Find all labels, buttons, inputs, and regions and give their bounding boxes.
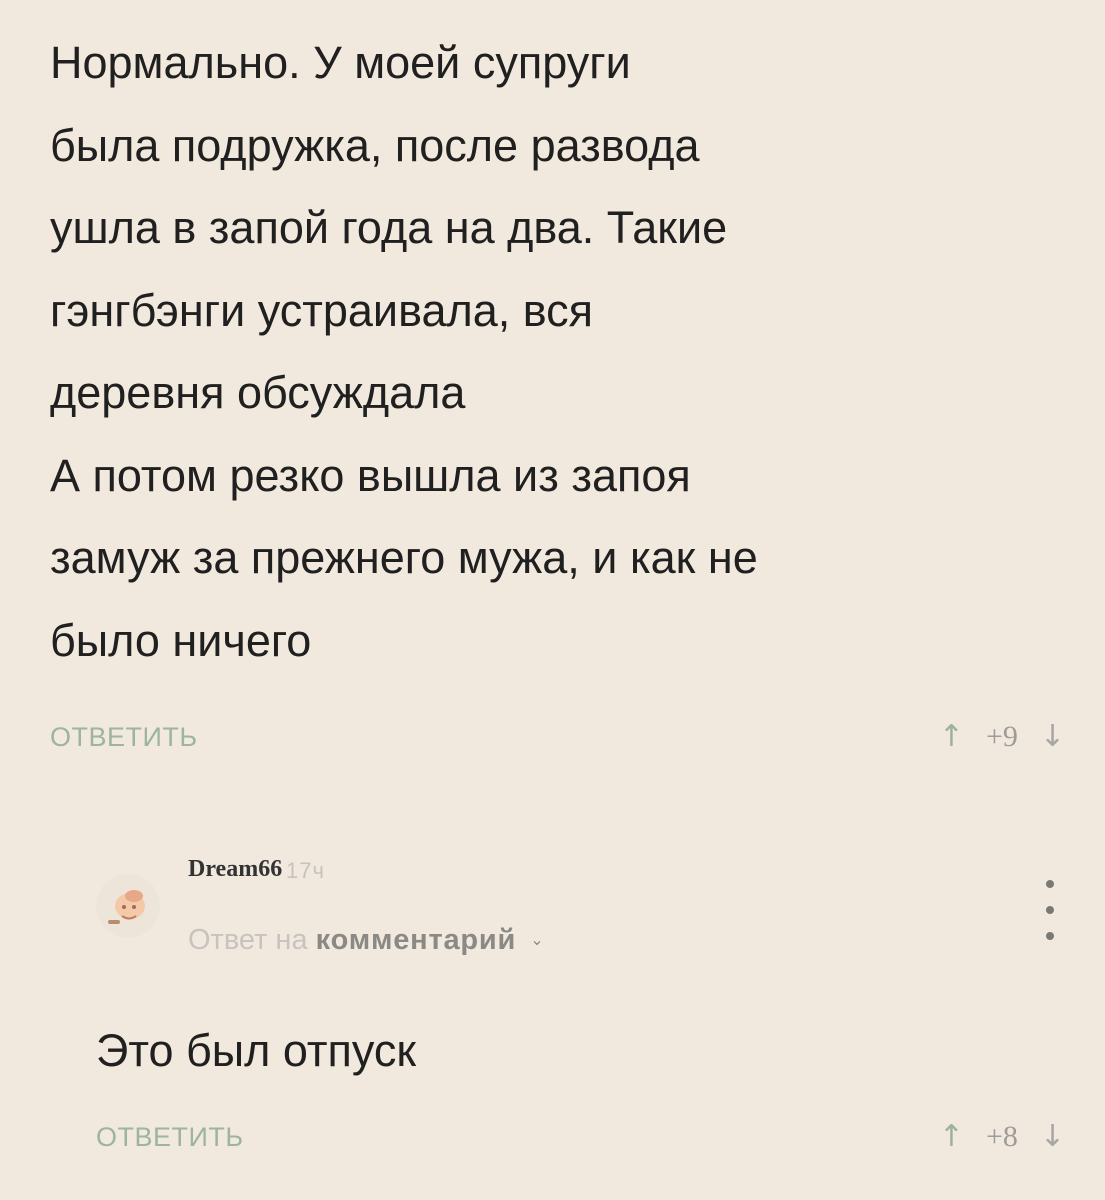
arrow-up-icon[interactable]: ↑ [939, 1122, 964, 1152]
menu-dot [1046, 932, 1054, 940]
comment-score: +9 [985, 720, 1018, 753]
reply-to-prefix: Ответ на [188, 924, 308, 956]
comment-line: была подружка, после развода [50, 119, 700, 171]
comment-line: ушла в запой года на два. Такие [50, 202, 728, 253]
reply-button[interactable]: ОТВЕТИТЬ [50, 722, 198, 753]
reply-to-link[interactable]: Ответ на комментарий ⌄ [188, 924, 544, 957]
avatar-icon[interactable] [96, 874, 160, 938]
vote-controls: ↑ +8 ↓ [939, 1120, 1065, 1154]
menu-dot [1046, 880, 1054, 888]
reply-score: +8 [985, 1120, 1018, 1153]
comment-line: было ничего [50, 614, 312, 666]
reply-to-target[interactable]: комментарий [316, 924, 517, 956]
timestamp: 17ч [286, 858, 325, 883]
arrow-up-icon[interactable]: ↑ [939, 722, 964, 752]
more-vertical-icon[interactable] [1044, 880, 1056, 940]
comment-actions: ОТВЕТИТЬ ↑ +9 ↓ [50, 715, 1065, 759]
comment-line: А потом резко вышла из запоя [50, 449, 691, 501]
comment-text: Нормально. У моей супруги была подружка,… [50, 22, 1060, 682]
menu-dot [1046, 906, 1054, 914]
comment-line: Нормально. У моей супруги [50, 37, 631, 88]
arrow-down-icon[interactable]: ↓ [1040, 1122, 1065, 1152]
reply-actions: ОТВЕТИТЬ ↑ +8 ↓ [96, 1115, 1065, 1159]
arrow-down-icon[interactable]: ↓ [1040, 722, 1065, 752]
comment-line: деревня обсуждала [50, 367, 466, 418]
reply-button[interactable]: ОТВЕТИТЬ [96, 1122, 244, 1153]
comment-line: гэнгбэнги устраивала, вся [50, 284, 594, 336]
reply-text: Это был отпуск [96, 1025, 417, 1076]
chevron-down-icon[interactable]: ⌄ [530, 932, 543, 949]
username-link[interactable]: Dream66 [188, 856, 282, 883]
reply-header: Dream66 17ч Ответ на комментарий ⌄ [96, 852, 1066, 962]
comment-line: замуж за прежнего мужа, и как не [50, 532, 758, 583]
vote-controls: ↑ +9 ↓ [939, 720, 1065, 754]
